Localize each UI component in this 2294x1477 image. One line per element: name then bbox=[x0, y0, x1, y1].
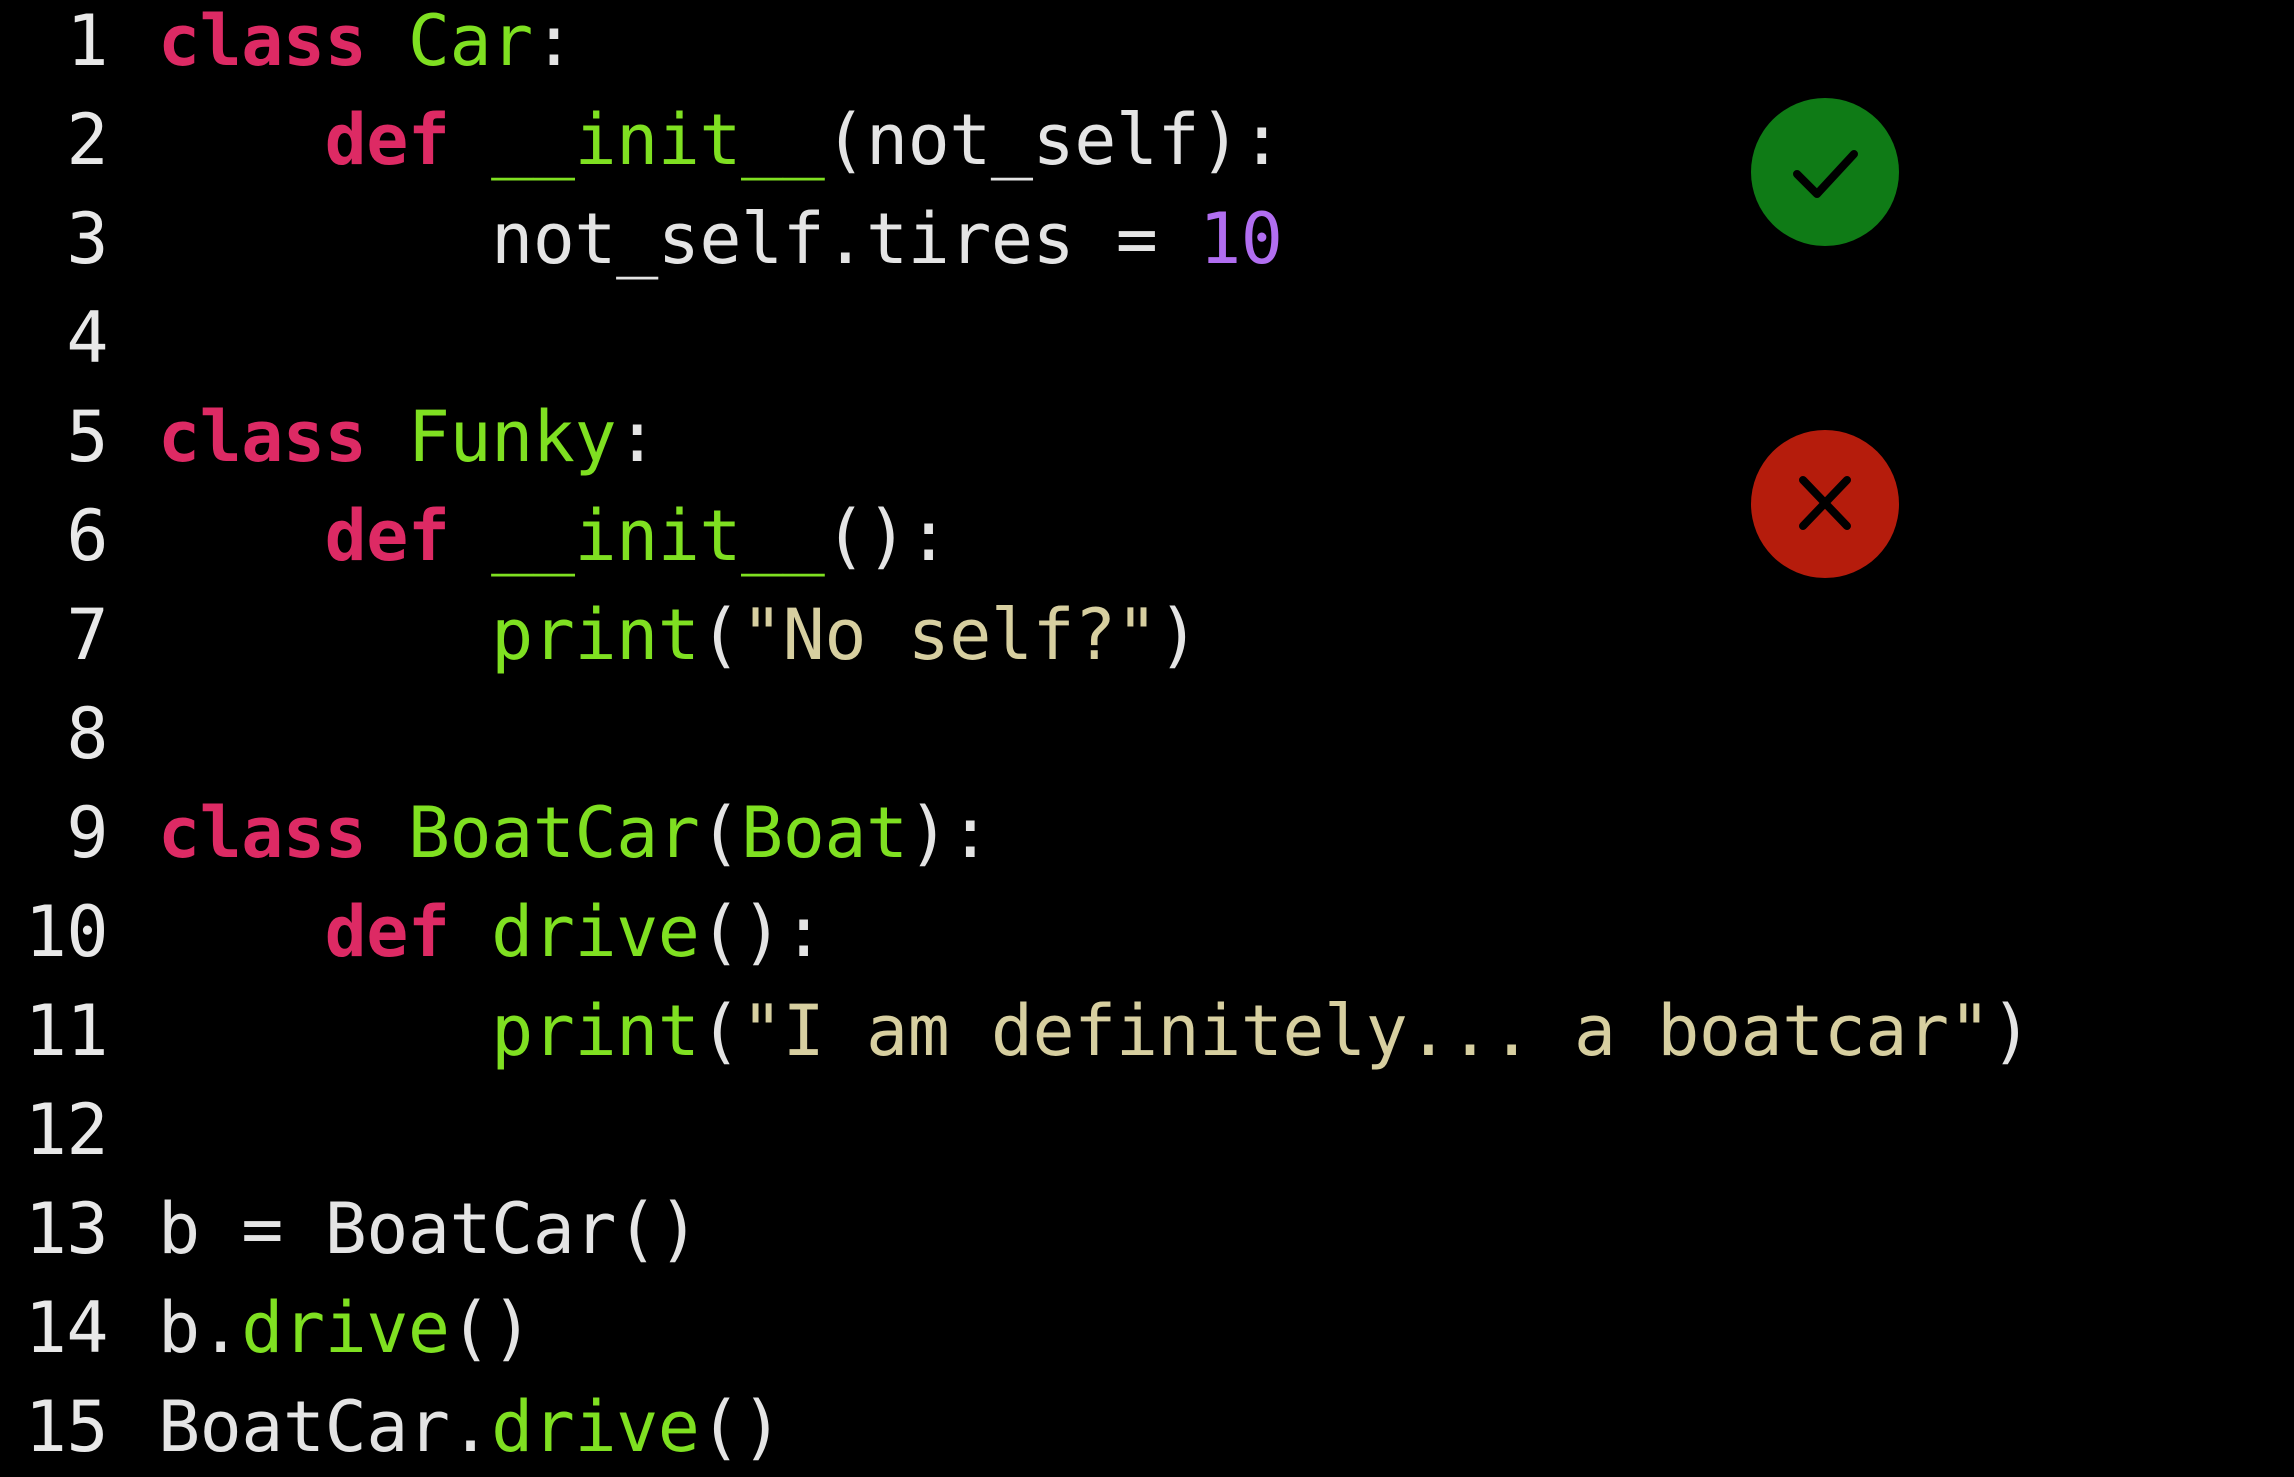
success-badge bbox=[1751, 98, 1899, 246]
code-line: 7 print("No self?") bbox=[0, 586, 1199, 685]
line-number: 7 bbox=[66, 594, 108, 676]
code-token: print bbox=[491, 990, 700, 1072]
code-token: b. bbox=[158, 1287, 242, 1369]
code-token: Boat bbox=[741, 792, 908, 874]
code-token: not_self.tires = bbox=[158, 198, 1200, 280]
code-token: BoatCar. bbox=[158, 1386, 492, 1468]
code-line: 3 not_self.tires = 10 bbox=[0, 190, 1283, 289]
code-token: class bbox=[158, 0, 367, 82]
code-line: 10 def drive(): bbox=[0, 883, 825, 982]
code-token: () bbox=[699, 1386, 783, 1468]
code-token: (not_self): bbox=[824, 99, 1283, 181]
code-token: : bbox=[532, 0, 575, 82]
line-number: 2 bbox=[66, 99, 108, 181]
code-line: 2 def __init__(not_self): bbox=[0, 91, 1283, 190]
code-token: class bbox=[158, 792, 367, 874]
code-token: ( bbox=[699, 990, 742, 1072]
code-token: __init__ bbox=[491, 495, 825, 577]
code-token: def bbox=[324, 495, 450, 577]
code-editor: 1 class Car: 2 def __init__(not_self): 3 no… bbox=[0, 0, 2294, 1468]
code-token: ): bbox=[907, 792, 992, 874]
code-token: : bbox=[616, 396, 658, 478]
code-line: 14 b.drive() bbox=[0, 1279, 534, 1378]
line-number: 15 bbox=[24, 1386, 109, 1468]
code-token: drive bbox=[241, 1287, 450, 1369]
code-token: __init__ bbox=[491, 99, 825, 181]
code-line: 5 class Funky: bbox=[0, 388, 658, 487]
code-token: "No self?" bbox=[741, 594, 1158, 676]
line-number: 3 bbox=[66, 198, 108, 280]
line-number: 6 bbox=[66, 495, 108, 577]
code-token: class bbox=[158, 396, 367, 478]
line-number: 1 bbox=[66, 0, 108, 82]
code-line: 9 class BoatCar(Boat): bbox=[0, 784, 991, 883]
code-token: 10 bbox=[1199, 198, 1283, 280]
line-number: 5 bbox=[66, 396, 108, 478]
close-icon bbox=[1799, 476, 1851, 530]
code-line: 15 BoatCar.drive() bbox=[0, 1378, 783, 1477]
line-number: 9 bbox=[66, 792, 108, 874]
line-number: 13 bbox=[24, 1188, 109, 1270]
code-line: 1 class Car: bbox=[0, 0, 575, 91]
code-token: Car bbox=[407, 0, 533, 82]
code-token: (): bbox=[824, 495, 950, 577]
check-icon bbox=[1793, 150, 1858, 198]
code-token: "I am definitely... a boatcar" bbox=[741, 990, 1991, 1072]
code-token: ( bbox=[699, 594, 742, 676]
line-number: 11 bbox=[24, 990, 109, 1072]
code-line: 6 def __init__(): bbox=[0, 487, 949, 586]
code-token: ) bbox=[1990, 990, 2032, 1072]
code-line: 13 b = BoatCar() bbox=[0, 1180, 700, 1279]
code-token: ) bbox=[1157, 594, 1200, 676]
code-line: 11 print("I am definitely... a boatcar") bbox=[0, 982, 2033, 1081]
code-token: def bbox=[324, 99, 450, 181]
code-token: () bbox=[449, 1287, 534, 1369]
code-token: b = BoatCar() bbox=[158, 1188, 700, 1270]
line-number: 4 bbox=[66, 297, 108, 379]
code-token: Funky bbox=[407, 396, 617, 478]
error-badge bbox=[1751, 430, 1899, 578]
code-token: (): bbox=[699, 891, 825, 973]
code-token: drive bbox=[491, 891, 700, 973]
code-token: drive bbox=[491, 1386, 700, 1468]
line-number: 12 bbox=[24, 1089, 109, 1171]
code-line: 12 bbox=[0, 1081, 158, 1180]
code-token: def bbox=[324, 891, 450, 973]
line-number: 14 bbox=[24, 1287, 109, 1369]
code-token: print bbox=[491, 594, 700, 676]
code-line: 8 bbox=[0, 685, 158, 784]
code-token: BoatCar bbox=[407, 792, 700, 874]
line-number: 8 bbox=[66, 693, 108, 775]
code-line: 4 bbox=[0, 289, 158, 388]
line-number: 10 bbox=[24, 891, 109, 973]
code-token: ( bbox=[699, 792, 742, 874]
